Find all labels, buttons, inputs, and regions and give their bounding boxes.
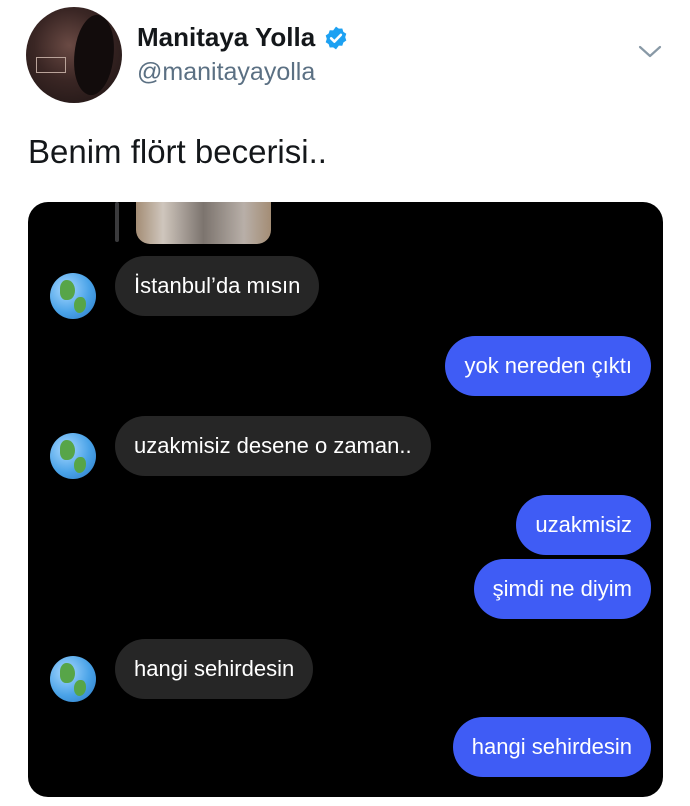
verified-badge-icon bbox=[325, 26, 347, 49]
globe-icon bbox=[50, 273, 96, 319]
incoming-message: İstanbul’da mısın bbox=[115, 256, 320, 316]
reply-preview-line bbox=[115, 202, 119, 242]
author-handle[interactable]: @manitayayolla bbox=[137, 58, 315, 87]
avatar-hair-shape bbox=[66, 11, 122, 99]
author-name[interactable]: Manitaya Yolla bbox=[137, 22, 315, 53]
chevron-down-icon[interactable] bbox=[637, 42, 663, 62]
outgoing-message: yok nereden çıktı bbox=[445, 336, 651, 396]
avatar-tag bbox=[36, 57, 66, 73]
incoming-message: uzakmisiz desene o zaman.. bbox=[115, 416, 431, 476]
chat-screenshot: İstanbul’da mısın yok nereden çıktı uzak… bbox=[28, 202, 663, 797]
incoming-message: hangi sehirdesin bbox=[115, 639, 314, 699]
globe-icon bbox=[50, 656, 96, 702]
outgoing-message: hangi sehirdesin bbox=[452, 717, 651, 777]
shared-photo-preview bbox=[136, 202, 271, 244]
tweet-text: Benim flört becerisi.. bbox=[28, 133, 327, 170]
profile-avatar[interactable] bbox=[26, 7, 122, 103]
outgoing-message: şimdi ne diyim bbox=[473, 559, 651, 619]
author-name-row: Manitaya Yolla bbox=[137, 22, 349, 53]
globe-icon bbox=[50, 433, 96, 479]
outgoing-message: uzakmisiz bbox=[516, 495, 651, 555]
